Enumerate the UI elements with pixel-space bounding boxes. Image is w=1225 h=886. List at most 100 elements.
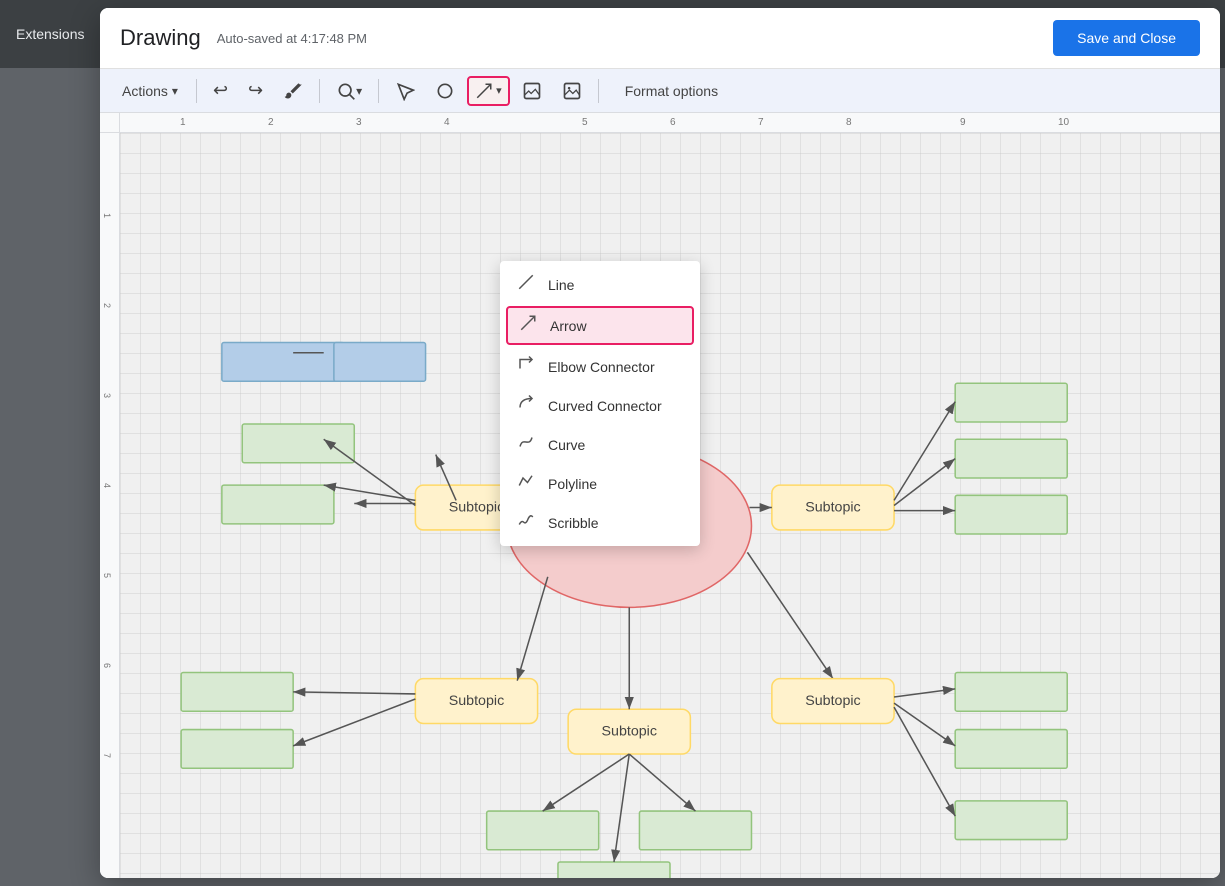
line-tool-button[interactable]: ▾	[467, 76, 510, 106]
toolbar-separator-1	[196, 79, 197, 103]
subtopic3-label: Subtopic	[602, 723, 657, 739]
dialog-header: Drawing Auto-saved at 4:17:48 PM Save an…	[100, 8, 1220, 69]
subtopic4-label: Subtopic	[449, 693, 504, 709]
line-tool-chevron: ▾	[496, 84, 502, 97]
paint-format-button[interactable]	[275, 76, 311, 106]
green-rect-bottom3[interactable]	[558, 862, 670, 878]
curved-connector-icon	[516, 394, 536, 417]
subtopic1-label: Subtopic	[449, 499, 504, 515]
ruler-vtick-1: 1	[102, 213, 112, 218]
arrow-sub2-right1	[894, 402, 955, 501]
green-rect-left2[interactable]	[242, 424, 354, 463]
format-options-button[interactable]: Format options	[615, 78, 728, 104]
arrow-sub3-child3	[614, 754, 629, 862]
ruler-tick-2: 2	[268, 117, 274, 128]
curve-icon	[516, 433, 536, 456]
dropdown-scribble-item[interactable]: Scribble	[500, 503, 700, 542]
arrow-sub5-right1	[894, 689, 955, 697]
green-rect-left1[interactable]	[222, 485, 334, 524]
dropdown-arrow-item[interactable]: Arrow	[506, 306, 694, 345]
zoom-button[interactable]: ▾	[328, 76, 370, 106]
ruler-tick-4: 4	[444, 117, 450, 128]
arrow-sub1-left2	[324, 485, 416, 500]
subtopic2-label: Subtopic	[805, 499, 860, 515]
line-label: Line	[548, 277, 574, 293]
green-rect-left4[interactable]	[181, 730, 293, 769]
dropdown-elbow-item[interactable]: Elbow Connector	[500, 347, 700, 386]
ruler-tick-7: 7	[758, 117, 764, 128]
green-rect-right3[interactable]	[955, 495, 1067, 534]
shape-button[interactable]	[427, 76, 463, 106]
arrow-sub3-child2	[629, 754, 695, 811]
arrow-sub1-left3	[324, 439, 416, 505]
toolbar-separator-2	[319, 79, 320, 103]
polyline-icon	[516, 472, 536, 495]
dropdown-curved-connector-item[interactable]: Curved Connector	[500, 386, 700, 425]
autosave-status: Auto-saved at 4:17:48 PM	[217, 31, 367, 46]
green-rect-right1[interactable]	[955, 383, 1067, 422]
actions-chevron-icon: ▾	[172, 84, 178, 98]
drawing-dialog: Drawing Auto-saved at 4:17:48 PM Save an…	[100, 8, 1220, 878]
undo-button[interactable]: ↩	[205, 75, 236, 106]
ruler-vtick-6: 6	[102, 663, 112, 668]
elbow-connector-icon	[516, 355, 536, 378]
arrow-sub3-child1	[543, 754, 630, 811]
line-icon	[516, 273, 536, 296]
canvas-area[interactable]: 1 2 3 4 5 6 7 8 9 10 1 2 3 4 5 6 7	[100, 113, 1220, 878]
extensions-label[interactable]: Extensions	[16, 26, 84, 42]
subtopic5-label: Subtopic	[805, 693, 860, 709]
ruler-top: 1 2 3 4 5 6 7 8 9 10	[120, 113, 1220, 133]
arrow-sub4-left1	[293, 692, 415, 694]
green-rect-left3[interactable]	[181, 673, 293, 712]
green-rect-right6[interactable]	[955, 801, 1067, 840]
green-rect-bottom1[interactable]	[487, 811, 599, 850]
image-edit-button[interactable]	[514, 76, 550, 106]
toolbar-separator-3	[378, 79, 379, 103]
actions-button[interactable]: Actions ▾	[112, 78, 188, 104]
arrow-to-subtopic4	[517, 577, 548, 681]
dialog-title: Drawing	[120, 25, 201, 51]
ruler-tick-3: 3	[356, 117, 362, 128]
arrow-icon	[518, 314, 538, 337]
arrow-central-bottomright	[747, 552, 833, 678]
dropdown-curve-item[interactable]: Curve	[500, 425, 700, 464]
scribble-label: Scribble	[548, 515, 599, 531]
redo-button[interactable]: ↪	[240, 75, 271, 106]
actions-label: Actions	[122, 83, 168, 99]
ruler-tick-10: 10	[1058, 117, 1069, 128]
curve-label: Curve	[548, 437, 585, 453]
arrow-sub4-left2	[293, 699, 415, 746]
arrow-sub2-right2	[894, 459, 955, 506]
green-rect-right5[interactable]	[955, 730, 1067, 769]
green-rect-bottom2[interactable]	[639, 811, 751, 850]
ruler-tick-9: 9	[960, 117, 966, 128]
green-rect-right4[interactable]	[955, 673, 1067, 712]
elbow-connector-label: Elbow Connector	[548, 359, 655, 375]
ruler-tick-6: 6	[670, 117, 676, 128]
ruler-vtick-4: 4	[102, 483, 112, 488]
blue-rect-topleft1[interactable]	[222, 343, 344, 382]
blue-rect-topleft2[interactable]	[334, 343, 426, 382]
curved-connector-label: Curved Connector	[548, 398, 662, 414]
ruler-tick-1: 1	[180, 117, 186, 128]
toolbar: Actions ▾ ↩ ↪ ▾ ▾	[100, 69, 1220, 113]
green-rect-right2[interactable]	[955, 439, 1067, 478]
line-tool-container: ▾	[467, 76, 510, 106]
toolbar-separator-4	[598, 79, 599, 103]
dropdown-line-item[interactable]: Line	[500, 265, 700, 304]
arrow-label: Arrow	[550, 318, 587, 334]
ruler-left: 1 2 3 4 5 6 7	[100, 133, 120, 878]
image-button[interactable]	[554, 76, 590, 106]
ruler-vtick-2: 2	[102, 303, 112, 308]
ruler-vtick-5: 5	[102, 573, 112, 578]
save-close-button[interactable]: Save and Close	[1053, 20, 1200, 56]
ruler-tick-8: 8	[846, 117, 852, 128]
ruler-vtick-7: 7	[102, 753, 112, 758]
ruler-corner	[100, 113, 120, 133]
select-button[interactable]	[387, 76, 423, 106]
dropdown-polyline-item[interactable]: Polyline	[500, 464, 700, 503]
ruler-tick-5: 5	[582, 117, 588, 128]
polyline-label: Polyline	[548, 476, 597, 492]
ruler-vtick-3: 3	[102, 393, 112, 398]
zoom-chevron: ▾	[356, 84, 362, 98]
